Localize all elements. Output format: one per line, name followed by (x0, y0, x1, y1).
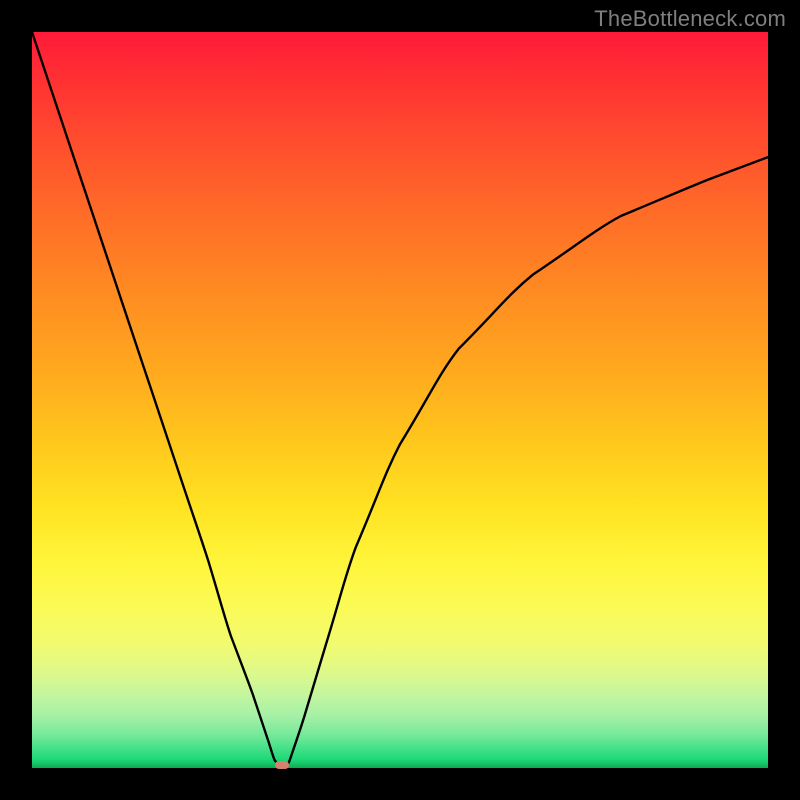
dip-marker (275, 761, 289, 769)
plot-area (32, 32, 768, 768)
watermark-text: TheBottleneck.com (594, 6, 786, 32)
bottleneck-curve (32, 32, 768, 768)
chart-frame: TheBottleneck.com (0, 0, 800, 800)
